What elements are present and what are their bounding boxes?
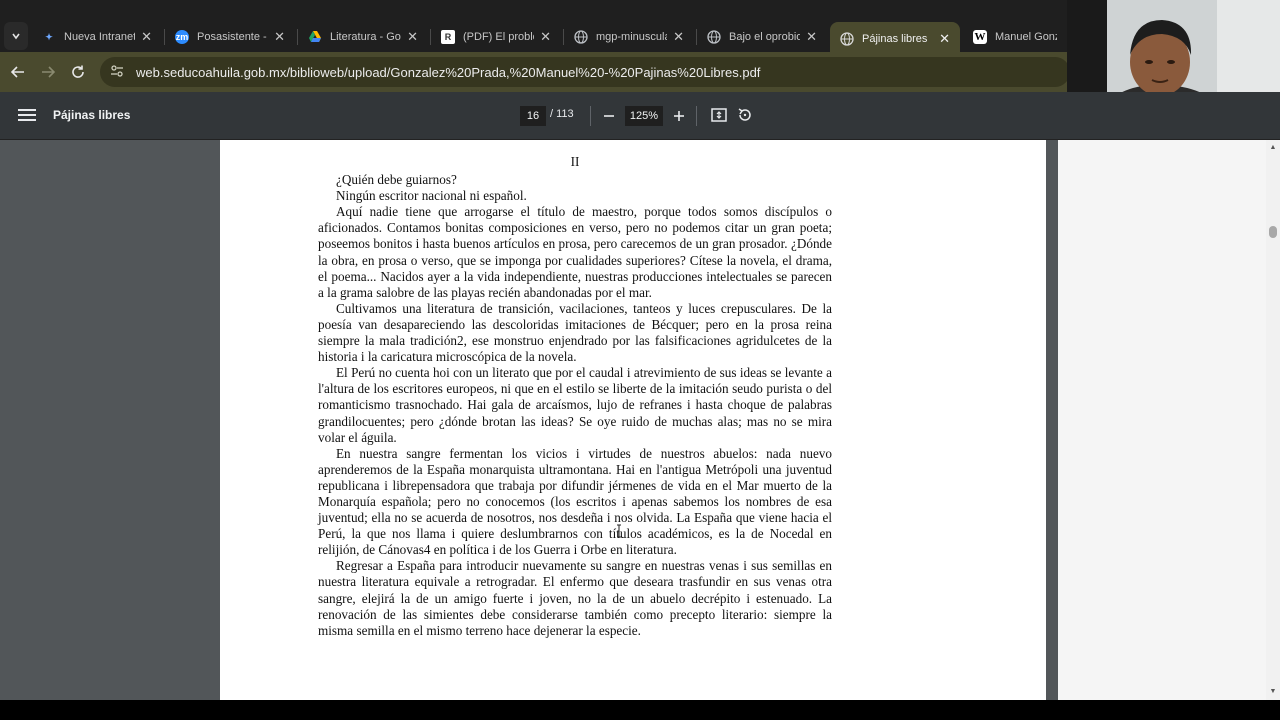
close-icon[interactable]: ✕ — [673, 29, 684, 45]
tab-title: Manuel Gonzále — [995, 31, 1057, 43]
chevron-down-icon — [12, 33, 20, 40]
fit-to-page-button[interactable] — [710, 106, 730, 126]
forward-arrow-icon — [42, 66, 55, 78]
browser-window: ✦ Nueva Intranet c ✕ zm Posasistente - Z… — [0, 0, 1280, 720]
back-arrow-icon — [11, 66, 24, 78]
tab-nueva-intranet[interactable]: ✦ Nueva Intranet c ✕ — [32, 22, 162, 52]
close-icon[interactable]: ✕ — [939, 31, 950, 47]
vertical-scrollbar[interactable]: ▲ ▼ — [1266, 140, 1280, 700]
paragraph: Regresar a España para introducir nuevam… — [318, 558, 832, 638]
zoom-level-input[interactable]: 125% — [625, 106, 663, 126]
tab-title: Nueva Intranet c — [64, 31, 136, 43]
close-icon[interactable]: ✕ — [540, 29, 551, 45]
pdf-toolbar: Pájinas libres 16 / 113 125% — [0, 92, 1280, 140]
pdf-viewer[interactable]: II ¿Quién debe guiarnos? Ningún escritor… — [0, 140, 1280, 700]
tab-pdf-problema[interactable]: R (PDF) El problem ✕ — [431, 22, 561, 52]
paragraph: ¿Quién debe guiarnos? — [336, 172, 457, 188]
globe-icon — [707, 30, 721, 44]
forward-button[interactable] — [37, 61, 59, 83]
paragraph: Aquí nadie tiene que arrogarse el título… — [318, 204, 832, 300]
plus-icon — [674, 111, 684, 121]
paragraph: En nuestra sangre fermentan los vicios i… — [318, 445, 832, 558]
scroll-down-icon[interactable]: ▼ — [1268, 687, 1278, 697]
site-info-icon[interactable] — [110, 64, 124, 81]
page-number-input[interactable]: 16 — [520, 106, 546, 126]
tab-bajo-el-oprobio[interactable]: Bajo el oprobio ✕ — [697, 22, 827, 52]
page-total: / 113 — [550, 108, 574, 120]
tab-title: Bajo el oprobio — [729, 31, 801, 43]
wikipedia-icon: W — [973, 30, 987, 44]
browser-toolbar: web.seducoahuila.gob.mx/biblioweb/upload… — [0, 52, 1070, 92]
toolbar-divider — [696, 106, 697, 126]
google-drive-icon — [308, 30, 322, 44]
paragraph: Ningún escritor nacional ni español. — [336, 188, 527, 204]
close-icon[interactable]: ✕ — [407, 29, 418, 45]
page-content: II ¿Quién debe guiarnos? Ningún escritor… — [318, 154, 832, 639]
paragraph: Cultivamos una literatura de transición,… — [318, 300, 832, 365]
address-bar[interactable]: web.seducoahuila.gob.mx/biblioweb/upload… — [100, 57, 1070, 87]
tab-title: mgp-minusculas — [596, 31, 667, 43]
url-text: web.seducoahuila.gob.mx/biblioweb/upload… — [136, 64, 761, 80]
tab-mgp-minusculas[interactable]: mgp-minusculas ✕ — [564, 22, 694, 52]
chapter-heading: II — [570, 154, 580, 169]
tab-search-button[interactable] — [4, 22, 28, 50]
close-icon[interactable]: ✕ — [806, 29, 817, 45]
reload-icon — [72, 65, 84, 78]
globe-icon — [574, 30, 588, 44]
rotate-button[interactable] — [736, 106, 756, 126]
intranet-icon: ✦ — [45, 31, 53, 42]
zoom-icon: zm — [175, 30, 189, 44]
pdf-page: II ¿Quién debe guiarnos? Ningún escritor… — [220, 140, 1266, 700]
globe-icon — [840, 32, 854, 46]
fit-page-icon — [711, 108, 727, 122]
screen-bottom-edge — [0, 700, 1280, 720]
tab-title: Pájinas libres — [862, 33, 928, 45]
tab-title: Posasistente - Zo — [197, 31, 268, 43]
zoom-out-button[interactable] — [598, 105, 620, 127]
minus-icon — [604, 115, 614, 117]
rotate-icon — [738, 108, 751, 121]
researchgate-icon: R — [441, 30, 455, 44]
tab-title: (PDF) El problem — [463, 31, 534, 43]
tab-pajinas-libres[interactable]: Pájinas libres ✕ — [830, 22, 960, 56]
tab-posasistente[interactable]: zm Posasistente - Zo ✕ — [165, 22, 295, 52]
scroll-up-icon[interactable]: ▲ — [1268, 143, 1278, 153]
close-icon[interactable]: ✕ — [141, 29, 152, 45]
close-icon[interactable]: ✕ — [274, 29, 285, 45]
tab-manuel-gonzalez[interactable]: W Manuel Gonzále — [963, 22, 1067, 52]
toolbar-divider — [590, 106, 591, 126]
text-cursor-icon — [617, 524, 621, 538]
back-button[interactable] — [7, 61, 29, 83]
paragraph: El Perú no cuenta hoi con un literato qu… — [318, 365, 832, 445]
pdf-title: Pájinas libres — [53, 108, 131, 122]
tab-literatura[interactable]: Literatura - Goog ✕ — [298, 22, 428, 52]
page-margin-strip — [1058, 140, 1266, 700]
scroll-thumb[interactable] — [1269, 226, 1277, 238]
reload-button[interactable] — [67, 61, 89, 83]
tab-title: Literatura - Goog — [330, 31, 401, 43]
zoom-in-button[interactable] — [668, 105, 690, 127]
menu-icon[interactable] — [18, 106, 36, 126]
